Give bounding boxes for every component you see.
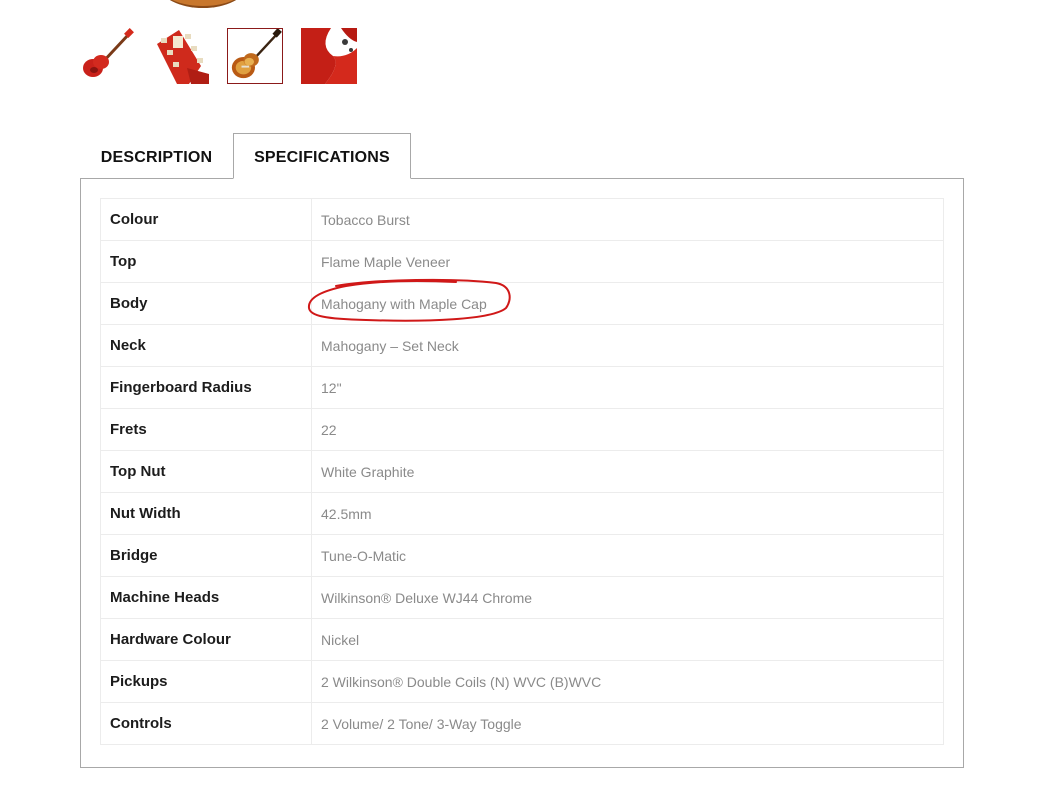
- spec-row-machine-heads: Machine Heads Wilkinson® Deluxe WJ44 Chr…: [100, 576, 944, 619]
- spec-label: Top: [100, 240, 312, 283]
- spec-value: Mahogany with Maple Cap: [311, 282, 944, 325]
- spec-value: 2 Volume/ 2 Tone/ 3-Way Toggle: [311, 702, 944, 745]
- spec-label: Machine Heads: [100, 576, 312, 619]
- spec-label: Nut Width: [100, 492, 312, 535]
- specifications-table: Colour Tobacco Burst Top Flame Maple Ven…: [100, 198, 944, 745]
- thumbnail-guitar-angled[interactable]: [79, 28, 135, 84]
- guitar-angled-image: [83, 28, 134, 77]
- spec-row-hardware-colour: Hardware Colour Nickel: [100, 618, 944, 661]
- spec-label: Colour: [100, 198, 312, 241]
- spec-label: Hardware Colour: [100, 618, 312, 661]
- spec-value: Flame Maple Veneer: [311, 240, 944, 283]
- thumbnail-guitar-front[interactable]: [227, 28, 283, 84]
- spec-value: Mahogany – Set Neck: [311, 324, 944, 367]
- spec-value: Nickel: [311, 618, 944, 661]
- spec-value: 12": [311, 366, 944, 409]
- spec-row-top: Top Flame Maple Veneer: [100, 240, 944, 283]
- spec-label: Pickups: [100, 660, 312, 703]
- spec-value: Tune-O-Matic: [311, 534, 944, 577]
- spec-row-top-nut: Top Nut White Graphite: [100, 450, 944, 493]
- spec-value: Wilkinson® Deluxe WJ44 Chrome: [311, 576, 944, 619]
- spec-label: Neck: [100, 324, 312, 367]
- headstock-image: [157, 30, 209, 84]
- product-tabs: DESCRIPTION SPECIFICATIONS: [80, 133, 411, 179]
- spec-value: White Graphite: [311, 450, 944, 493]
- thumbnail-headstock[interactable]: [153, 28, 209, 84]
- tab-description[interactable]: DESCRIPTION: [80, 133, 233, 179]
- spec-label: Body: [100, 282, 312, 325]
- spec-row-colour: Colour Tobacco Burst: [100, 198, 944, 241]
- spec-row-bridge: Bridge Tune-O-Matic: [100, 534, 944, 577]
- product-page: DESCRIPTION SPECIFICATIONS Colour Tobacc…: [0, 0, 1052, 800]
- spec-label: Top Nut: [100, 450, 312, 493]
- spec-row-frets: Frets 22: [100, 408, 944, 451]
- main-product-image: [160, 0, 246, 8]
- spec-row-neck: Neck Mahogany – Set Neck: [100, 324, 944, 367]
- body-closeup-image: [301, 28, 357, 84]
- spec-label: Fingerboard Radius: [100, 366, 312, 409]
- thumbnail-body-closeup[interactable]: [301, 28, 357, 84]
- specifications-panel: Colour Tobacco Burst Top Flame Maple Ven…: [80, 178, 964, 768]
- spec-label: Controls: [100, 702, 312, 745]
- spec-value: Tobacco Burst: [311, 198, 944, 241]
- tab-specifications[interactable]: SPECIFICATIONS: [233, 133, 411, 179]
- spec-row-controls: Controls 2 Volume/ 2 Tone/ 3-Way Toggle: [100, 702, 944, 745]
- spec-label: Bridge: [100, 534, 312, 577]
- spec-row-nut-width: Nut Width 42.5mm: [100, 492, 944, 535]
- spec-value: 42.5mm: [311, 492, 944, 535]
- spec-value: 2 Wilkinson® Double Coils (N) WVC (B)WVC: [311, 660, 944, 703]
- thumbnail-gallery: [79, 28, 357, 84]
- spec-row-pickups: Pickups 2 Wilkinson® Double Coils (N) WV…: [100, 660, 944, 703]
- guitar-front-image: [231, 29, 282, 79]
- spec-label: Frets: [100, 408, 312, 451]
- spec-row-fingerboard-radius: Fingerboard Radius 12": [100, 366, 944, 409]
- spec-value: 22: [311, 408, 944, 451]
- spec-row-body: Body Mahogany with Maple Cap: [100, 282, 944, 325]
